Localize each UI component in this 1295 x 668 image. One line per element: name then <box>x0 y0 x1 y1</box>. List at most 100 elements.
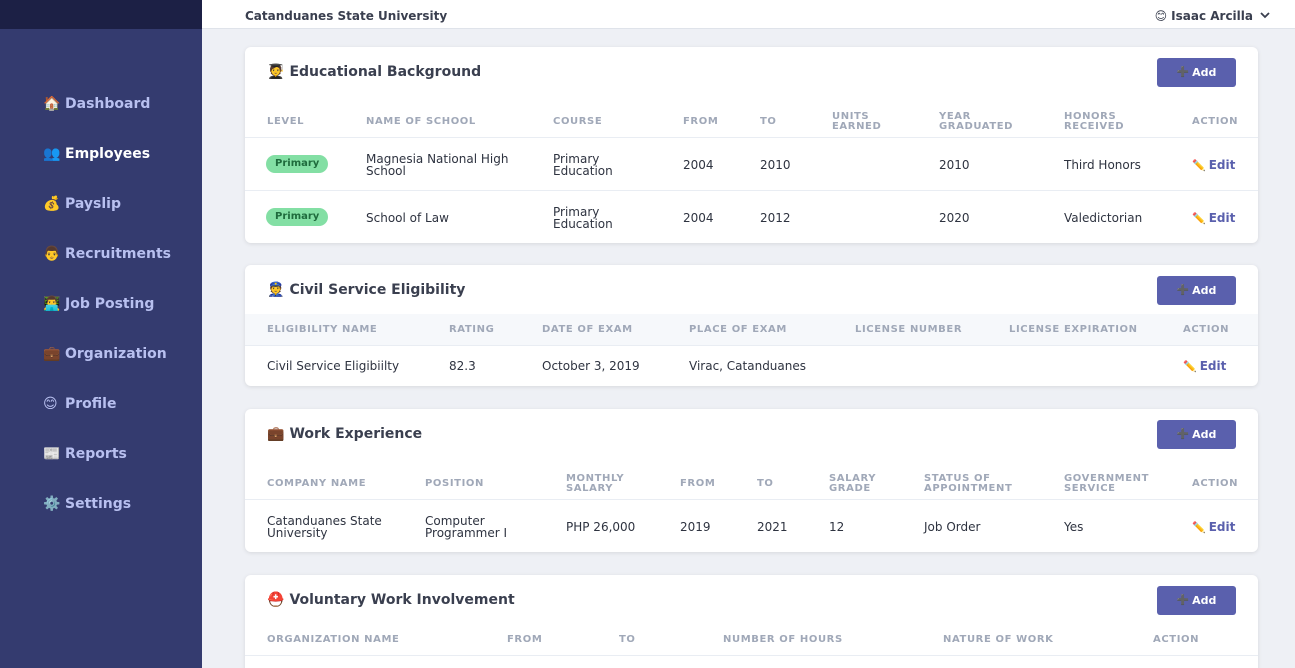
card-title-text: Work Experience <box>289 426 423 442</box>
sidebar-item-settings[interactable]: ⚙️ Settings <box>43 479 171 529</box>
work-experience-card: 💼 Work Experience ➕ Add COMPANY NAME POSIT… <box>245 409 1258 552</box>
table-row: Civil Service Eligibiilty 82.3 October 3… <box>245 346 1258 386</box>
police-officer-icon: 👮 <box>267 282 285 298</box>
column-header: FROM <box>683 116 719 127</box>
column-header: STATUS OF APPOINTMENT <box>924 473 1013 494</box>
column-header: LICENSE EXPIRATION <box>1009 324 1138 335</box>
column-header: ACTION <box>1192 116 1239 127</box>
user-avatar-icon: 😊 <box>1154 9 1168 23</box>
column-header: POSITION <box>425 478 484 489</box>
honors-cell: Third Honors <box>1064 158 1141 172</box>
column-header: PLACE OF EXAM <box>689 324 787 335</box>
year-cell: 2020 <box>939 211 970 225</box>
position-cell: Computer Programmer I <box>425 514 507 540</box>
plus-icon: ➕ <box>1176 595 1190 606</box>
smiley-icon: 😊 <box>43 396 58 412</box>
sidebar-item-label: Payslip <box>65 196 121 212</box>
course-cell: Primary Education <box>553 152 613 178</box>
sidebar-item-reports[interactable]: 📰 Reports <box>43 429 171 479</box>
company-cell: Catanduanes State University <box>267 514 382 540</box>
card-title: 👮 Civil Service Eligibility <box>267 282 465 298</box>
column-header: COURSE <box>553 116 603 127</box>
level-badge: Primary <box>266 155 329 173</box>
column-header: NUMBER OF HOURS <box>723 634 843 645</box>
pencil-icon: ✏️ <box>1192 159 1206 172</box>
column-header: TO <box>619 634 636 645</box>
column-header: TO <box>757 478 774 489</box>
briefcase-icon: 💼 <box>43 346 61 362</box>
sidebar-item-label: Job Posting <box>65 296 155 312</box>
column-header: GOVERNMENT SERVICE <box>1064 473 1150 494</box>
column-header: TO <box>760 116 777 127</box>
organization-name: Catanduanes State University <box>245 9 448 23</box>
column-header: HONORS RECEIVED <box>1064 111 1125 132</box>
edit-button[interactable]: ✏️ Edit <box>1192 211 1235 225</box>
card-title: 💼 Work Experience <box>267 426 422 442</box>
to-cell: 2012 <box>760 211 791 225</box>
edit-button[interactable]: ✏️ Edit <box>1192 158 1235 172</box>
add-label: Add <box>1192 594 1217 607</box>
rescue-helmet-icon: ⛑️ <box>267 592 285 608</box>
column-header: COMPANY NAME <box>267 478 367 489</box>
add-education-button[interactable]: ➕ Add <box>1157 58 1236 87</box>
educational-background-card: 🧑‍🎓 Educational Background ➕ Add LEVEL NAM… <box>245 47 1258 243</box>
column-header: UNITS EARNED <box>832 111 882 132</box>
money-bag-icon: 💰 <box>43 196 61 212</box>
honors-cell: Valedictorian <box>1064 211 1143 225</box>
exam-date-cell: October 3, 2019 <box>542 359 640 373</box>
salary-cell: PHP 26,000 <box>566 520 636 534</box>
card-title: ⛑️ Voluntary Work Involvement <box>267 592 515 608</box>
add-voluntary-work-button[interactable]: ➕ Add <box>1157 586 1236 615</box>
sidebar-item-label: Recruitments <box>65 246 172 262</box>
year-cell: 2010 <box>939 158 970 172</box>
column-header: NATURE OF WORK <box>943 634 1054 645</box>
sidebar-item-label: Settings <box>65 496 132 512</box>
appointment-status-cell: Job Order <box>924 520 981 534</box>
home-icon: 🏠 <box>43 96 61 112</box>
to-cell: 2010 <box>760 158 791 172</box>
card-title-text: Civil Service Eligibility <box>289 282 466 298</box>
sidebar-item-employees[interactable]: 👥 Employees <box>43 129 171 179</box>
user-name: Isaac Arcilla <box>1171 9 1253 23</box>
gear-icon: ⚙️ <box>43 496 61 512</box>
column-header: SALARY GRADE <box>829 473 877 494</box>
column-header: LICENSE NUMBER <box>855 324 963 335</box>
edit-label: Edit <box>1208 520 1236 534</box>
column-header: ACTION <box>1192 478 1239 489</box>
sidebar-item-label: Profile <box>65 396 117 412</box>
add-eligibility-button[interactable]: ➕ Add <box>1157 276 1236 305</box>
sidebar-item-profile[interactable]: 😊 Profile <box>43 379 171 429</box>
voluntary-work-card: ⛑️ Voluntary Work Involvement ➕ Add ORGANI… <box>245 575 1258 668</box>
user-menu[interactable]: 😊 Isaac Arcilla <box>1155 9 1270 23</box>
table-row: Primary Magnesia National High School Pr… <box>245 138 1258 191</box>
sidebar-item-label: Employees <box>65 146 151 162</box>
briefcase-icon: 💼 <box>267 426 285 442</box>
top-bar: Catanduanes State University 😊 Isaac Arc… <box>202 0 1295 29</box>
sidebar-item-payslip[interactable]: 💰 Payslip <box>43 179 171 229</box>
people-icon: 👥 <box>43 146 61 162</box>
sidebar-item-job-posting[interactable]: 👨‍💻 Job Posting <box>43 279 171 329</box>
sidebar-item-recruitments[interactable]: 👨 Recruitments <box>43 229 171 279</box>
chevron-down-icon <box>1260 11 1270 22</box>
add-work-experience-button[interactable]: ➕ Add <box>1157 420 1236 449</box>
rating-cell: 82.3 <box>449 359 476 373</box>
salary-grade-cell: 12 <box>829 520 845 534</box>
sidebar-item-dashboard[interactable]: 🏠 Dashboard <box>43 79 171 129</box>
add-label: Add <box>1192 428 1217 441</box>
from-cell: 2019 <box>680 520 711 534</box>
column-header: YEAR GRADUATED <box>939 111 1014 132</box>
technologist-icon: 👨‍💻 <box>43 296 61 312</box>
student-icon: 🧑‍🎓 <box>267 64 285 80</box>
civil-service-card: 👮 Civil Service Eligibility ➕ Add ELIGIBIL… <box>245 265 1258 386</box>
edit-button[interactable]: ✏️ Edit <box>1183 359 1226 373</box>
table-row: Primary School of Law Primary Education … <box>245 191 1258 243</box>
plus-icon: ➕ <box>1176 67 1190 78</box>
newspaper-icon: 📰 <box>43 446 61 462</box>
card-title-text: Educational Background <box>289 64 482 80</box>
sidebar-item-organization[interactable]: 💼 Organization <box>43 329 171 379</box>
sidebar-item-label: Dashboard <box>65 96 151 112</box>
card-title-text: Voluntary Work Involvement <box>289 592 515 608</box>
edit-button[interactable]: ✏️ Edit <box>1192 520 1235 534</box>
pencil-icon: ✏️ <box>1192 521 1206 534</box>
table-header: COMPANY NAME POSITION MONTHLY SALARY FRO… <box>245 464 1258 500</box>
